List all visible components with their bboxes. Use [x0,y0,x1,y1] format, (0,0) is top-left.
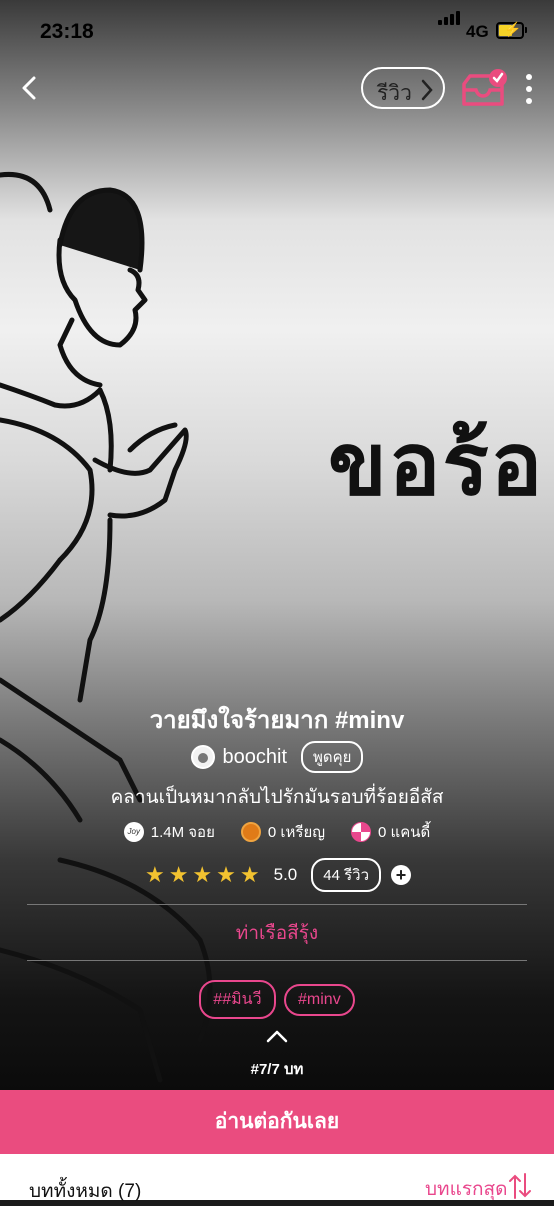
coin-count: 0 เหรียญ [267,824,326,841]
joy-icon: Joy [123,822,144,842]
episode-progress: #7/7 บท [250,1061,304,1078]
back-arrow-icon[interactable] [18,72,42,104]
author-row: boochit พูดคุย [0,741,554,773]
status-bar: 23:18 4G ⚡ [0,0,554,66]
star-icon: ★ [192,862,213,887]
star-icon: ★ [168,862,189,887]
candy-icon [351,822,372,842]
sort-icon[interactable] [508,1172,532,1200]
story-title: วายมึงใจร้ายมาก #minv [149,707,405,734]
continue-reading-button[interactable]: อ่านต่อกันเลย [0,1090,554,1154]
battery-tip [525,27,527,33]
star-icon: ★ [144,862,165,887]
rating-row: ★ ★ ★ ★ ★ 5.0 44 รีวิว + [0,858,554,892]
add-review-icon[interactable]: + [391,865,412,885]
tag-chip[interactable]: ##มินวี [199,980,276,1019]
review-button[interactable]: รีวิว [361,67,445,109]
battery-icon: ⚡ [496,21,524,39]
rating-score: 5.0 [273,865,298,884]
candy-count: 0 แคนดี้ [378,824,431,841]
more-options-icon[interactable] [526,74,532,108]
author-name[interactable]: boochit [223,746,288,769]
chevron-right-icon [421,79,433,101]
add-to-shelf-icon[interactable] [460,68,510,110]
star-icon: ★ [216,862,236,887]
review-count-button[interactable]: 44 รีวิว [311,858,382,892]
talk-button[interactable]: พูดคุย [301,741,364,773]
status-time: 23:18 [40,20,94,43]
divider [27,904,527,905]
divider [27,960,527,961]
story-description: คลานเป็นหมากลับไปรักมันรอบที่ร้อยอีสัส [110,787,444,808]
story-category[interactable]: ท่าเรือสีรุ้ง [0,918,554,948]
joy-count: 1.4M จอย [150,824,215,841]
all-episodes-label[interactable]: บททั้งหมด (7) [29,1176,141,1206]
star-icon: ★ [239,862,260,887]
story-stats: Joy 1.4M จอย 0 เหรียญ 0 แคนดี้ [0,820,554,844]
review-button-label: รีวิว [377,82,412,105]
tag-list: ##มินวี #minv [0,980,554,1019]
cover-overlay-text: ขอร้อ [328,414,545,515]
chevron-up-icon[interactable] [265,1028,289,1044]
coin-icon [240,822,261,842]
network-type: 4G [466,22,489,41]
episode-bar: บททั้งหมด (7) บทแรกสุด [0,1154,554,1202]
author-avatar[interactable] [190,745,215,769]
tag-chip[interactable]: #minv [284,984,355,1016]
